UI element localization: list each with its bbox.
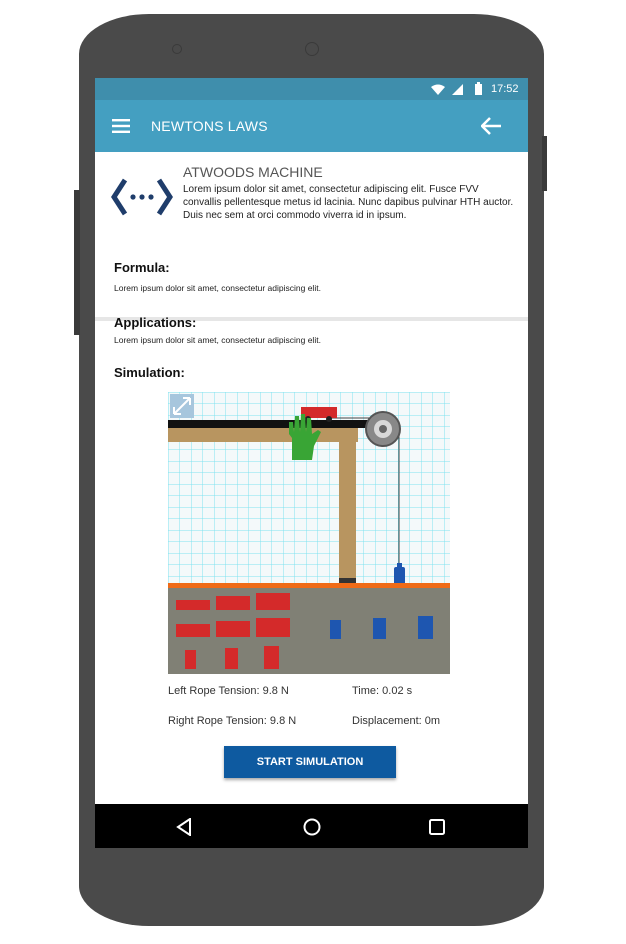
code-arrows-icon [111,178,173,216]
tray-red-weight[interactable] [225,648,238,669]
tray-red-weight[interactable] [264,646,279,669]
table-foot [339,578,356,583]
header-description: Lorem ipsum dolor sit amet, consectetur … [183,184,514,221]
header-card: ATWOODS MACHINE Lorem ipsum dolor sit am… [95,152,528,321]
right-rope-tension: Right Rope Tension: 9.8 N [168,715,297,727]
time-readout: Time: 0.02 s [352,685,413,697]
app-title: NEWTONS LAWS [151,118,268,134]
tray-blue-weight[interactable] [330,620,341,639]
cart-on-table[interactable] [301,407,337,418]
phone-side-button [542,136,547,191]
tray-cart[interactable] [216,596,250,610]
signal-icon [452,84,463,95]
back-arrow-icon[interactable] [481,117,501,135]
table-leg [339,428,356,580]
floor-line [168,583,450,588]
weight-cap [397,563,402,568]
status-bar: 17:52 [95,78,528,100]
tray-cart[interactable] [256,593,290,610]
screen: 17:52 NEWTONS LAWS ATWOODS MACHINE Lorem… [95,78,528,848]
nav-back-icon[interactable] [176,818,192,836]
status-time: 17:52 [491,83,519,95]
formula-text: Lorem ipsum dolor sit amet, consectetur … [114,283,321,293]
atwood-simulation[interactable] [168,392,450,674]
cart-wheel [326,416,332,422]
tray-blue-weight[interactable] [373,618,386,639]
displacement-readout: Displacement: 0m [352,715,441,727]
tray-block[interactable] [176,624,210,637]
table-beam [168,428,358,442]
tray [168,588,450,674]
tray-blue-weight[interactable] [418,616,433,639]
start-simulation-button[interactable]: START SIMULATION [224,746,396,778]
app-bar: NEWTONS LAWS [95,100,528,152]
battery-icon [475,82,482,95]
header-title: ATWOODS MACHINE [183,164,323,180]
nav-recents-icon[interactable] [429,819,445,835]
left-rope-tension: Left Rope Tension: 9.8 N [168,685,289,697]
nav-home-icon[interactable] [303,818,321,836]
tray-block[interactable] [256,618,290,637]
pulley-hub [379,425,387,433]
phone-sensor [172,44,182,54]
navigation-bar [95,804,528,848]
table-top [168,420,368,428]
wifi-icon [431,84,445,95]
formula-title: Formula: [114,260,170,275]
phone-side-button [74,190,80,335]
tray-block[interactable] [216,621,250,637]
menu-icon[interactable] [112,119,130,133]
simulation-title: Simulation: [114,365,185,380]
applications-title: Applications: [114,315,197,330]
phone-camera [305,42,319,56]
tray-cart[interactable] [176,600,210,610]
applications-text: Lorem ipsum dolor sit amet, consectetur … [114,335,321,345]
tray-red-weight[interactable] [185,650,196,669]
hanging-weight[interactable] [394,567,405,585]
